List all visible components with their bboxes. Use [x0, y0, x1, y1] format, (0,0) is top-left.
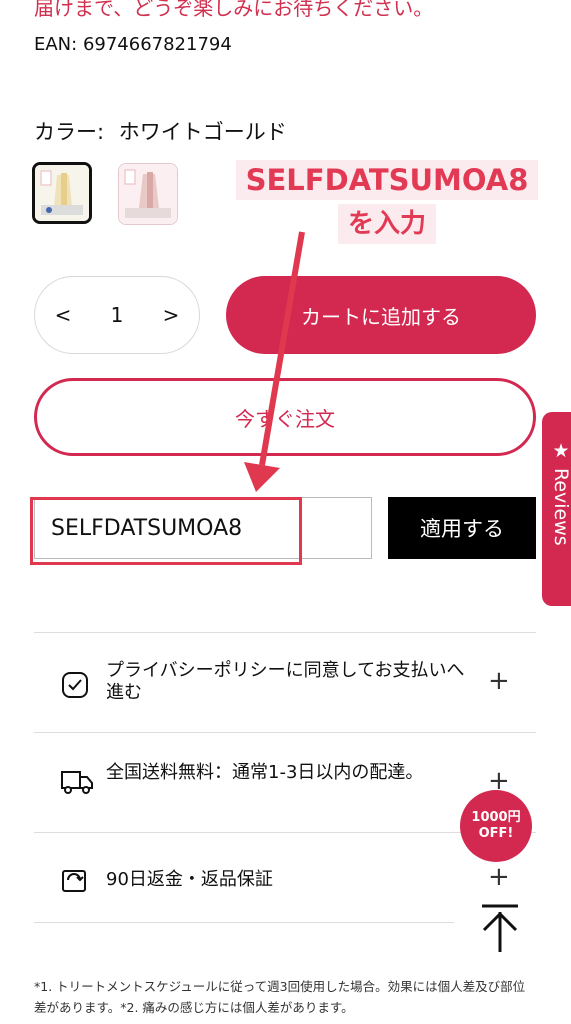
expand-plus-icon[interactable]: +: [488, 862, 510, 892]
annotation-highlight-box: [30, 497, 302, 565]
annotation-instruction: を入力: [337, 204, 436, 244]
reviews-label: Reviews: [550, 468, 571, 546]
quantity-value[interactable]: 1: [111, 303, 124, 327]
truck-icon: [61, 771, 93, 794]
check-shield-icon: [62, 672, 88, 698]
buy-now-button[interactable]: 今すぐ注文: [34, 378, 536, 456]
discount-badge[interactable]: 1000円 OFF!: [460, 790, 532, 862]
accordion-label-refund[interactable]: 90日返金・返品保証: [106, 869, 476, 891]
color-option-label: カラー: ホワイトゴールド: [34, 116, 287, 146]
annotation-code: SELFDATSUMOA8: [235, 160, 539, 200]
color-swatch-rose[interactable]: [118, 163, 178, 225]
divider: [34, 632, 536, 633]
color-label: カラー:: [34, 120, 105, 144]
discount-amount: 1000円: [471, 810, 521, 825]
accordion-label-privacy[interactable]: プライバシーポリシーに同意してお支払いへ進む: [106, 660, 476, 704]
color-swatch-white-gold[interactable]: [32, 162, 92, 224]
discount-off: OFF!: [478, 826, 514, 841]
add-to-cart-button[interactable]: カートに追加する: [226, 276, 536, 354]
expand-plus-icon[interactable]: +: [488, 666, 510, 696]
increase-quantity-button[interactable]: >: [163, 303, 180, 327]
annotation-callout: SELFDATSUMOA8 を入力: [222, 160, 552, 244]
star-icon: ★: [550, 440, 571, 462]
decrease-quantity-button[interactable]: <: [55, 303, 72, 327]
back-to-top-icon[interactable]: [478, 900, 522, 956]
reviews-tab-label-wrap[interactable]: ★ Reviews: [546, 440, 571, 546]
accordion-label-shipping[interactable]: 全国送料無料：通常1-3日以内の配達。: [106, 762, 476, 784]
color-value: ホワイトゴールド: [118, 120, 287, 144]
apply-coupon-button[interactable]: 適用する: [388, 497, 536, 559]
divider: [34, 922, 454, 923]
quantity-stepper: < 1 >: [34, 276, 200, 354]
footnote-text: *1. トリートメントスケジュールに従って週3回使用した場合。効果には個人差及び…: [34, 979, 526, 1015]
divider: [34, 732, 536, 733]
return-icon: [62, 870, 86, 892]
ean-code: EAN: 6974667821794: [34, 34, 232, 55]
intro-text: 届けまで、どうぞ楽しみにお待ちください。: [34, 0, 434, 20]
